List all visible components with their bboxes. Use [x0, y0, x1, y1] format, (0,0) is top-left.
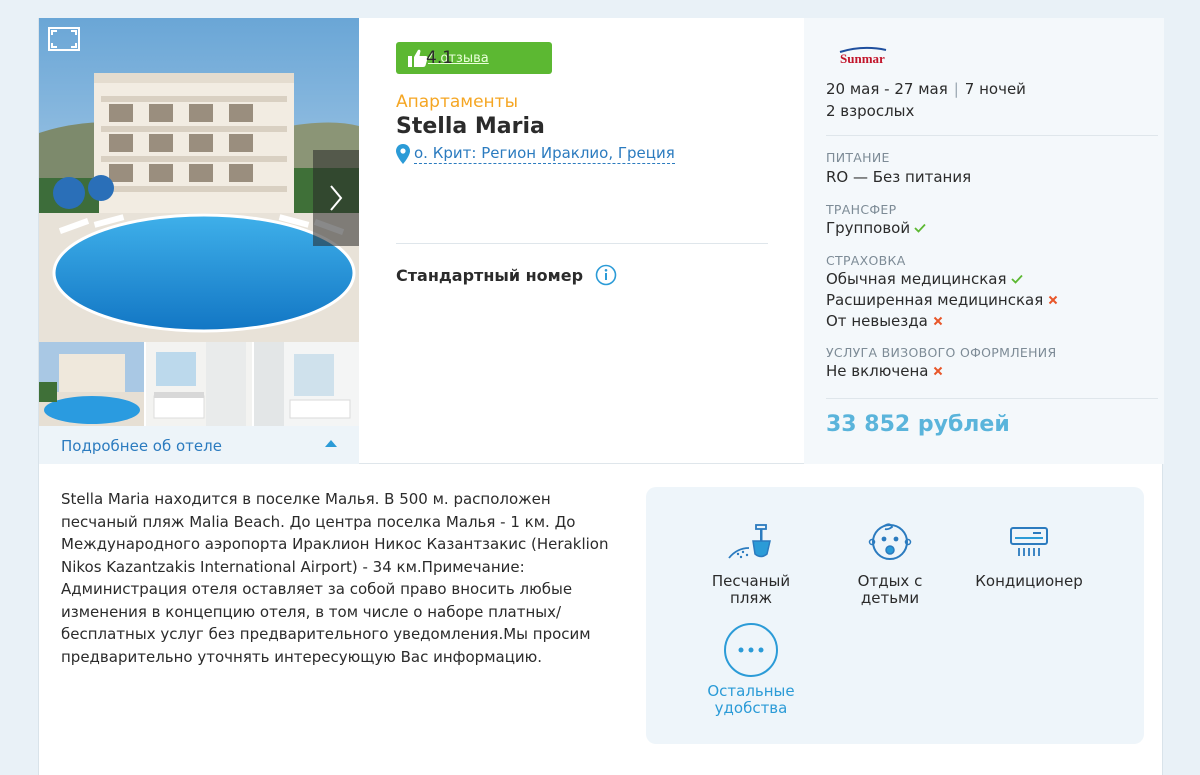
dates-separator: | [953, 80, 959, 98]
insurance-item: От невыезда [826, 312, 943, 330]
meals-value: RO — Без питания [826, 168, 971, 186]
visa-value: Не включена [826, 362, 943, 380]
gallery-next-button[interactable] [313, 150, 359, 246]
cross-icon [934, 366, 943, 376]
hotel-description: Stella Maria находится в поселке Малья. … [61, 490, 609, 666]
cross-icon [933, 316, 943, 326]
sandy-beach-icon [728, 524, 771, 559]
thumbnail-1[interactable] [39, 342, 145, 426]
visa-label: УСЛУГА ВИЗОВОГО ОФОРМЛЕНИЯ [826, 345, 1057, 360]
photo-gallery: Подробнее об отеле [39, 18, 359, 464]
more-dots-icon [738, 647, 764, 653]
tour-pax: 2 взрослых [826, 102, 915, 120]
tour-price: 33 852 рублей [826, 412, 1010, 437]
chevron-right-icon [330, 185, 343, 211]
room-name: Стандартный номер [396, 265, 584, 285]
divider [826, 398, 1158, 399]
amenity-kids: Отдых с детьми [830, 515, 950, 607]
insurance-item: Расширенная медицинская [826, 291, 1058, 309]
insurance-item-name: От невыезда [826, 312, 928, 330]
room-type: Стандартный номер [396, 264, 617, 286]
rating-badge[interactable]: 4.1 4 отзыва [396, 42, 552, 74]
thumbnail-3[interactable] [253, 342, 359, 426]
baby-face-icon [868, 523, 912, 560]
insurance-item-name: Расширенная медицинская [826, 291, 1044, 309]
amenity-more[interactable]: Остальные удобства [691, 623, 811, 717]
more-amenities-button[interactable] [724, 623, 778, 677]
transfer-value: Групповой [826, 219, 926, 237]
thumbs-up-icon [408, 49, 428, 67]
meals-value-text: RO — Без питания [826, 168, 972, 186]
hotel-card-top: Подробнее об отеле 4.1 4 отзыва Апартаме… [39, 18, 1164, 464]
photo-thumbnails [39, 342, 359, 426]
meals-label: ПИТАНИЕ [826, 150, 890, 165]
check-icon [914, 223, 926, 233]
amenity-label: Отдых с детьми [857, 572, 923, 607]
tour-summary: Sunmar 20 мая - 27 мая | 7 ночей 2 взрослы… [804, 18, 1164, 464]
hotel-location[interactable]: о. Крит: Регион Ираклио, Греция [414, 144, 675, 164]
operator-logo: Sunmar [838, 46, 888, 70]
hotel-type: Апартаменты [396, 92, 518, 112]
amenity-sandy-beach: Песчаный пляж [691, 515, 811, 607]
svg-text:Sunmar: Sunmar [840, 51, 885, 66]
insurance-item: Обычная медицинская [826, 270, 1023, 288]
cross-icon [1049, 295, 1058, 305]
hotel-location-link[interactable]: о. Крит: Регион Ираклио, Греция [396, 144, 675, 164]
tour-dates: 20 мая - 27 мая [826, 80, 948, 98]
caret-up-icon[interactable] [325, 440, 337, 447]
tour-dates-line: 20 мая - 27 мая | 7 ночей [826, 80, 1026, 98]
divider [826, 135, 1158, 136]
insurance-item-name: Обычная медицинская [826, 270, 1007, 288]
hotel-name: Stella Maria [396, 114, 545, 139]
fullscreen-icon[interactable] [47, 26, 81, 52]
tour-nights: 7 ночей [964, 80, 1026, 98]
rating-value: 4.1 [426, 48, 454, 68]
divider [396, 243, 768, 244]
air-conditioner-icon [1010, 527, 1048, 556]
hotel-info: 4.1 4 отзыва Апартаменты Stella Maria о.… [396, 42, 768, 342]
insurance-label: СТРАХОВКА [826, 253, 906, 268]
hotel-details-link[interactable]: Подробнее об отеле [61, 437, 222, 455]
amenity-air-conditioning: Кондиционер [969, 515, 1089, 590]
thumbnail-2[interactable] [146, 342, 252, 426]
main-photo[interactable] [39, 18, 359, 342]
visa-value-text: Не включена [826, 362, 929, 380]
amenity-label: Кондиционер [975, 572, 1083, 590]
transfer-value-text: Групповой [826, 219, 911, 237]
amenity-label: Песчаный пляж [711, 572, 791, 607]
info-icon[interactable] [595, 264, 617, 286]
check-icon [1010, 274, 1023, 284]
more-amenities-link[interactable]: Остальные удобства [691, 683, 811, 717]
transfer-label: ТРАНСФЕР [826, 202, 897, 217]
hotel-card: Подробнее об отеле 4.1 4 отзыва Апартаме… [38, 18, 1164, 775]
amenities-panel: Песчаный пляж Отдых с детьми Кондиционер… [646, 487, 1144, 744]
map-pin-icon [396, 144, 410, 164]
hotel-details-toggle[interactable]: Подробнее об отеле [39, 426, 359, 464]
